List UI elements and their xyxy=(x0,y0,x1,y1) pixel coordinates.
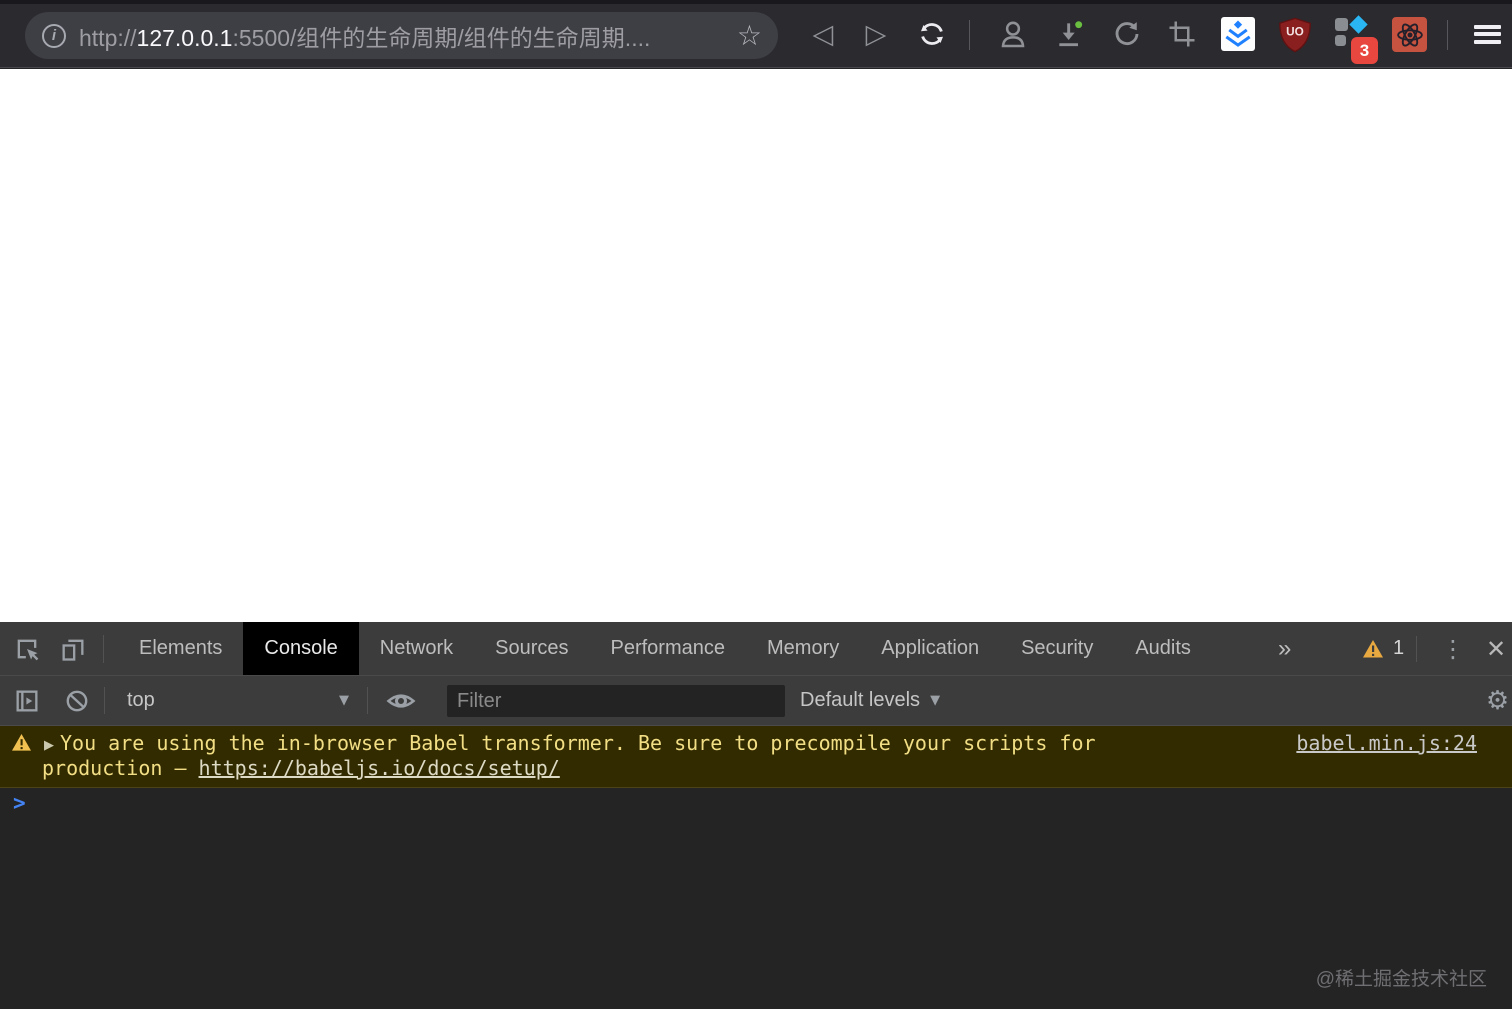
toolbar-separator xyxy=(104,687,105,714)
reload-button[interactable] xyxy=(913,15,951,53)
more-tabs-button[interactable]: » xyxy=(1278,622,1291,675)
tab-network[interactable]: Network xyxy=(359,622,474,675)
expand-message-arrow[interactable]: ▶ xyxy=(44,738,54,753)
tab-security[interactable]: Security xyxy=(1000,622,1114,675)
reload-icon xyxy=(921,23,943,45)
chevron-down-icon: ▼ xyxy=(930,693,941,708)
tab-memory[interactable]: Memory xyxy=(746,622,860,675)
toolbar-separator xyxy=(367,687,368,714)
back-button[interactable]: ◁ xyxy=(804,15,842,53)
log-levels-dropdown[interactable]: Default levels ▼ xyxy=(800,676,940,725)
warning-count: 1 xyxy=(1393,637,1405,659)
back-arrow-icon: ◁ xyxy=(812,18,834,50)
toolbar-separator xyxy=(969,20,970,50)
crop-icon xyxy=(1169,21,1195,47)
inspect-element-button[interactable] xyxy=(10,632,44,666)
history-undo-icon xyxy=(1115,22,1139,46)
chevron-down-icon: ▼ xyxy=(339,693,349,708)
url-scheme: http:// xyxy=(79,24,137,51)
url-path: :5500/组件的生命周期/组件的生命周期.... xyxy=(232,24,651,51)
url-text[interactable]: http://127.0.0.1:5500/组件的生命周期/组件的生命周期...… xyxy=(79,19,729,53)
tab-application[interactable]: Application xyxy=(860,622,1000,675)
console-warning-counter[interactable]: 1 xyxy=(1362,622,1404,675)
downloads-button[interactable] xyxy=(1051,15,1089,53)
account-button[interactable] xyxy=(994,15,1032,53)
console-warning-message: ▶ You are using the in-browser Babel tra… xyxy=(0,726,1512,788)
extension-react-devtools-button[interactable] xyxy=(1392,17,1427,52)
extension-juejin-button[interactable] xyxy=(1221,17,1255,51)
devtools-panel: Elements Console Network Sources Perform… xyxy=(0,622,1512,1009)
tab-audits[interactable]: Audits xyxy=(1114,622,1212,675)
address-bar[interactable]: i http://127.0.0.1:5500/组件的生命周期/组件的生命周期.… xyxy=(25,12,778,59)
hamburger-icon xyxy=(1473,21,1501,47)
warning-text-line2: production – https://babeljs.io/docs/set… xyxy=(42,756,560,780)
react-atom-icon xyxy=(1392,17,1427,52)
clear-console-icon xyxy=(66,690,88,712)
device-toolbar-icon xyxy=(62,639,84,661)
extension-ublock-button[interactable]: UO xyxy=(1278,17,1312,53)
sidebar-toggle-icon xyxy=(16,690,38,712)
console-settings-button[interactable]: ⚙ xyxy=(1483,676,1512,725)
devtools-close-button[interactable]: ✕ xyxy=(1480,622,1512,675)
clear-console-button[interactable] xyxy=(60,684,94,718)
eye-icon xyxy=(386,694,416,708)
user-icon xyxy=(1001,21,1025,48)
screenshot-crop-button[interactable] xyxy=(1163,15,1201,53)
bookmark-star-icon[interactable]: ☆ xyxy=(737,19,762,52)
svg-text:UO: UO xyxy=(1286,26,1304,39)
babel-setup-link[interactable]: https://babeljs.io/docs/setup/ xyxy=(199,756,560,780)
log-levels-label: Default levels xyxy=(800,689,921,711)
warning-text-line1: You are using the in-browser Babel trans… xyxy=(60,731,1096,755)
console-prompt[interactable]: > xyxy=(0,788,1512,822)
console-sidebar-toggle[interactable] xyxy=(10,684,44,718)
extension-apps-button[interactable]: 3 xyxy=(1335,15,1378,64)
forward-button[interactable]: ▷ xyxy=(857,15,895,53)
juejin-icon xyxy=(1221,17,1255,51)
inspect-cursor-icon xyxy=(17,639,39,661)
tab-elements[interactable]: Elements xyxy=(118,622,243,675)
forward-arrow-icon: ▷ xyxy=(865,18,887,50)
warning-triangle-icon xyxy=(12,733,31,751)
tabbar-separator xyxy=(103,635,104,663)
devtools-menu-button[interactable]: ⋮ xyxy=(1438,622,1468,675)
warning-triangle-icon xyxy=(1363,639,1383,657)
source-file-link[interactable]: babel.min.js:24 xyxy=(1296,731,1477,755)
site-info-icon[interactable]: i xyxy=(42,23,66,48)
devtools-tabs: Elements Console Network Sources Perform… xyxy=(118,622,1212,675)
menu-button[interactable] xyxy=(1468,15,1506,53)
toolbar-separator xyxy=(1447,20,1448,50)
page-content xyxy=(0,69,1512,622)
tab-performance[interactable]: Performance xyxy=(590,622,747,675)
prompt-chevron-icon: > xyxy=(13,791,26,815)
history-button[interactable] xyxy=(1108,15,1146,53)
tabbar-separator xyxy=(1416,636,1417,662)
url-host: 127.0.0.1 xyxy=(136,24,233,51)
download-icon xyxy=(1059,21,1083,47)
watermark: @稀土掘金技术社区 xyxy=(1315,969,1487,990)
browser-toolbar: i http://127.0.0.1:5500/组件的生命周期/组件的生命周期.… xyxy=(0,4,1512,68)
ublock-shield-icon: UO xyxy=(1279,17,1311,53)
context-label: top xyxy=(127,689,155,711)
extension-badge: 3 xyxy=(1351,37,1378,64)
devtools-tabbar: Elements Console Network Sources Perform… xyxy=(0,622,1512,676)
live-expression-button[interactable] xyxy=(384,684,418,718)
console-toolbar: top ▼ Default levels ▼ ⚙ xyxy=(0,676,1512,726)
console-filter-input[interactable] xyxy=(447,685,785,717)
tab-sources[interactable]: Sources xyxy=(474,622,589,675)
javascript-context-selector[interactable]: top ▼ xyxy=(127,676,349,725)
tab-console[interactable]: Console xyxy=(243,622,359,675)
device-toolbar-button[interactable] xyxy=(56,632,90,666)
